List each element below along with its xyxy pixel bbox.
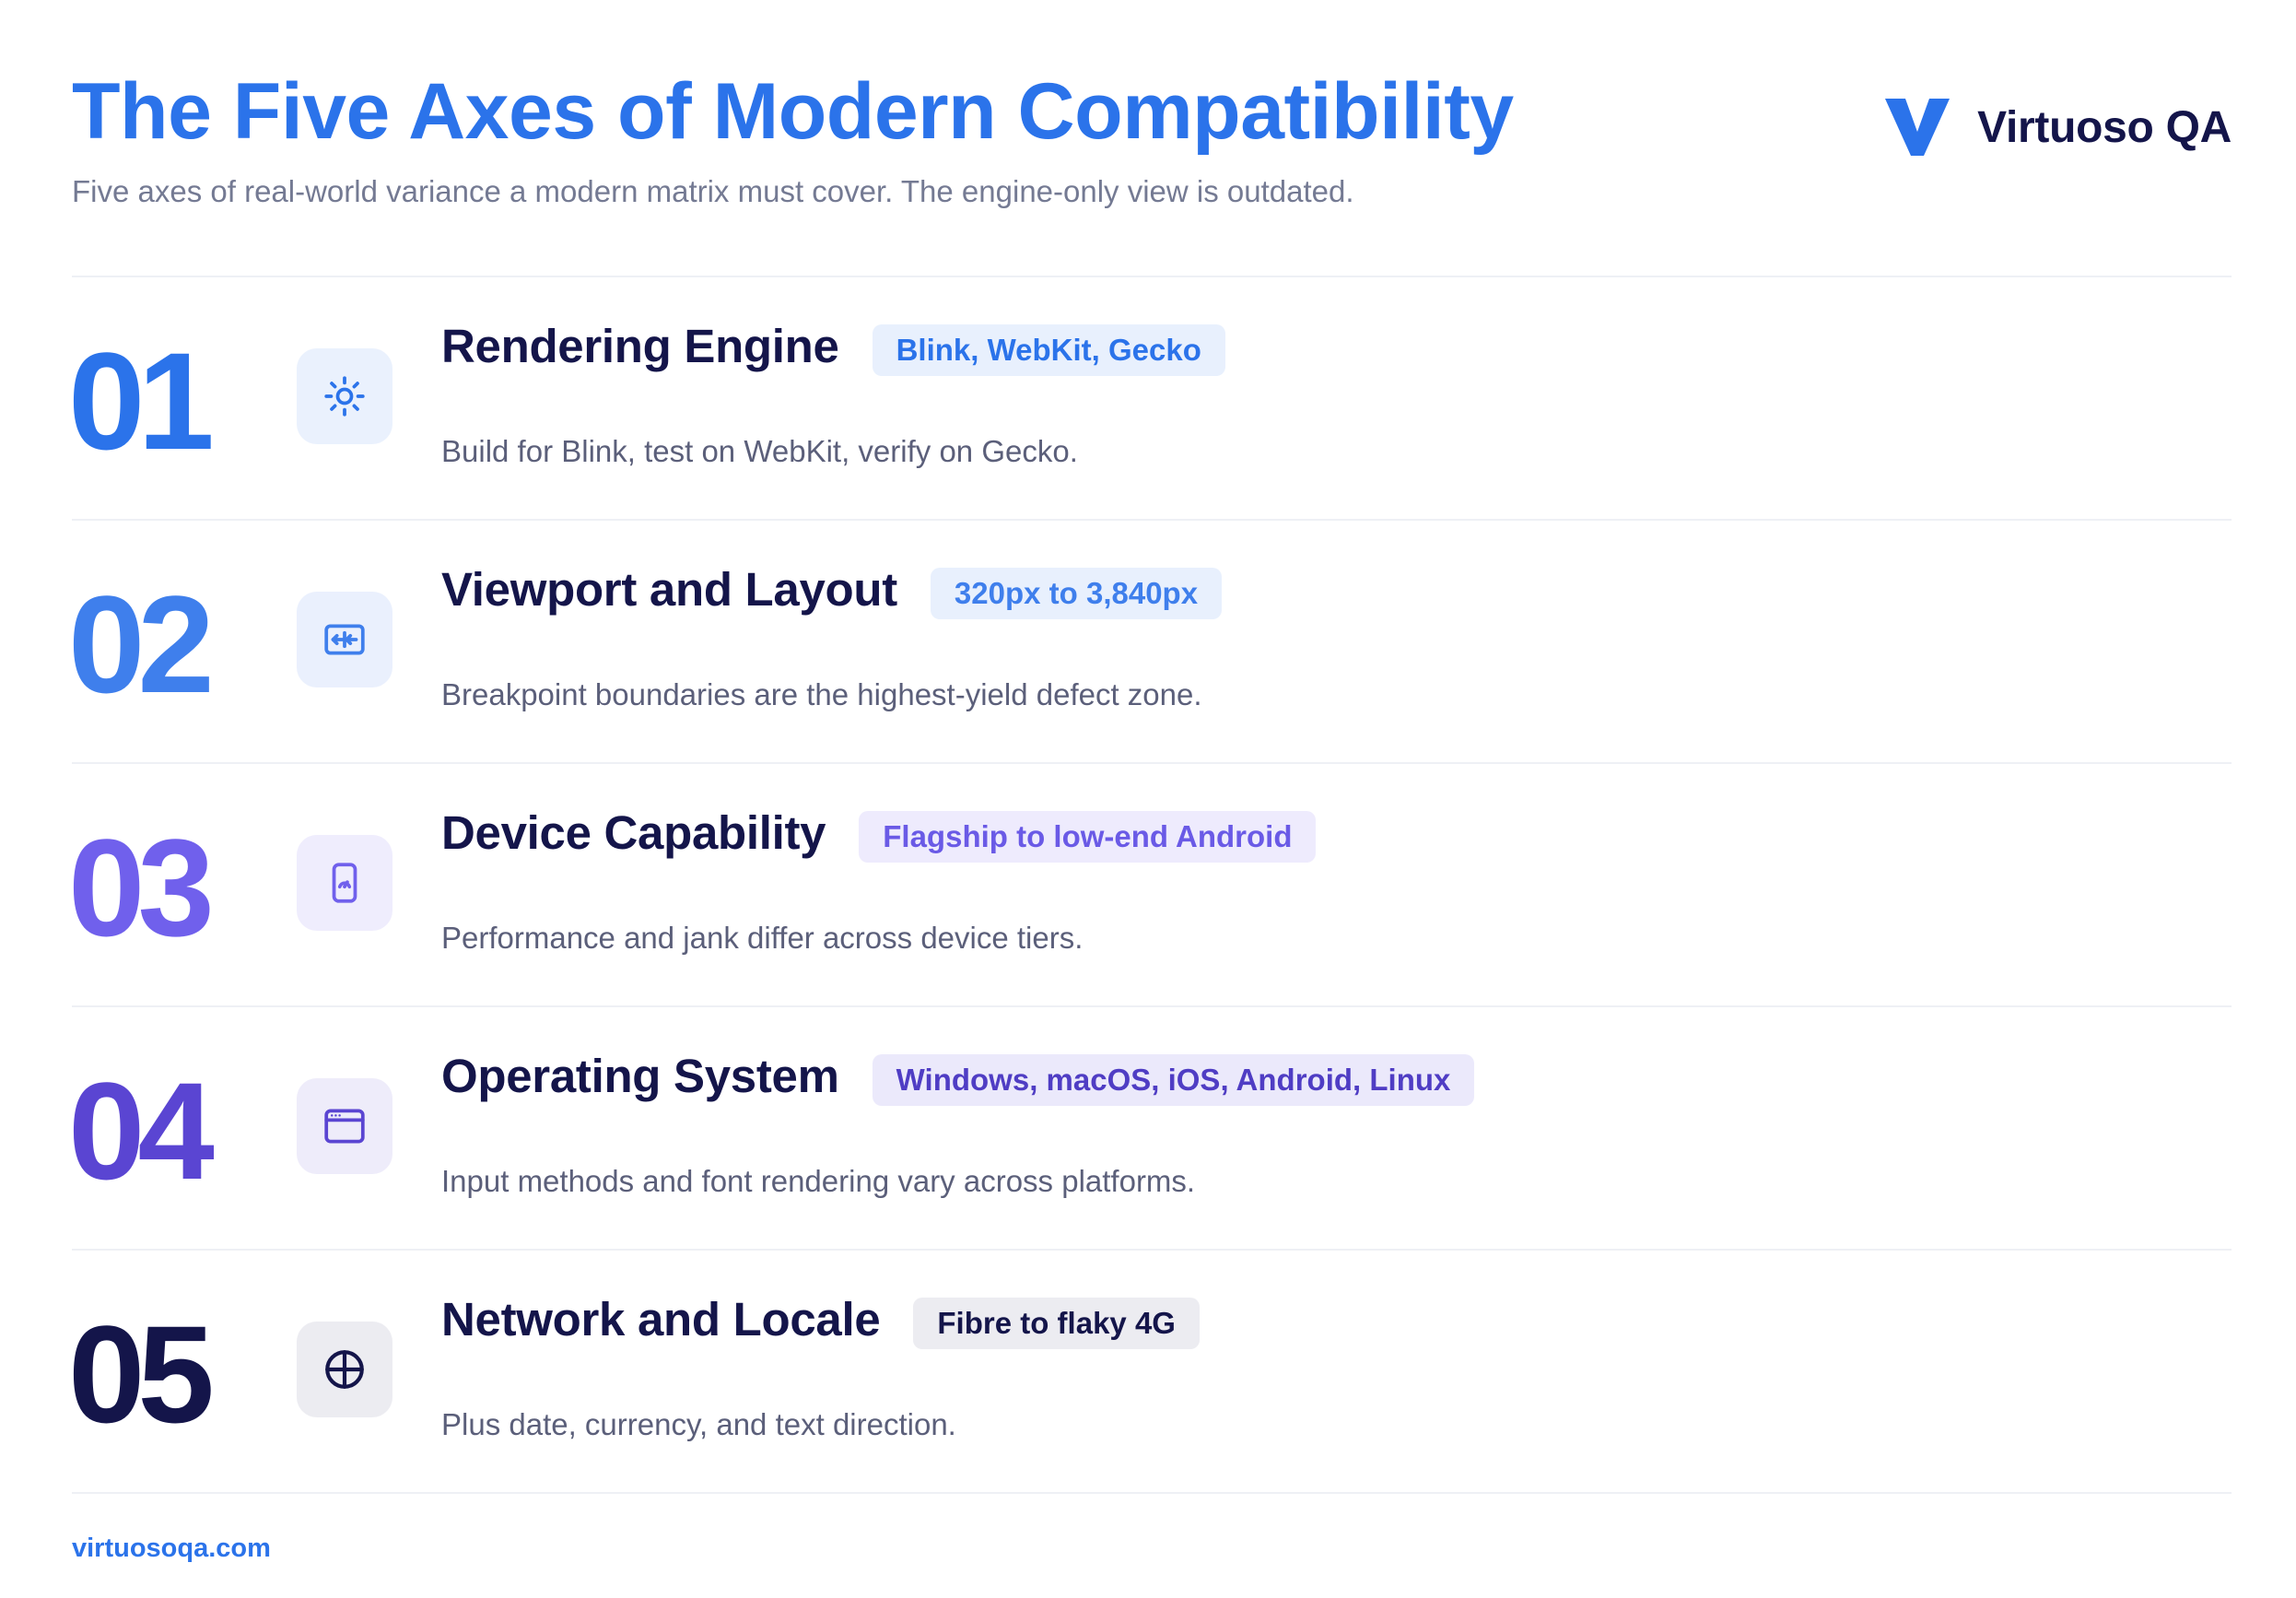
viewport-resize-icon xyxy=(324,624,365,655)
globe-icon xyxy=(325,1350,364,1389)
axis-icon-box xyxy=(297,592,392,687)
sun-icon xyxy=(324,376,365,417)
axis-row-viewport-layout: 02 Viewport and Layout 320px to 3,840px … xyxy=(68,520,2232,762)
axis-tag: Windows, macOS, iOS, Android, Linux xyxy=(872,1054,1475,1106)
axis-title: Network and Locale xyxy=(441,1293,881,1345)
browser-window-icon xyxy=(324,1109,365,1144)
axis-heading: Network and Locale Fibre to flaky 4G xyxy=(441,1292,1200,1349)
axis-title: Device Capability xyxy=(441,806,826,859)
axis-heading: Device Capability Flagship to low-end An… xyxy=(441,805,1317,863)
axis-description: Breakpoint boundaries are the highest-yi… xyxy=(441,677,1202,711)
axis-description: Build for Blink, test on WebKit, verify … xyxy=(441,434,1078,468)
page-title: The Five Axes of Modern Compatibility xyxy=(72,67,1514,156)
axis-row-device-capability: 03 Device Capability Flagship to low-end… xyxy=(68,763,2232,1005)
axes-list: 01 Rendering Engine Blink, WebKit, Gecko xyxy=(68,276,2232,1494)
divider xyxy=(72,1492,2232,1494)
axis-row-rendering-engine: 01 Rendering Engine Blink, WebKit, Gecko xyxy=(68,276,2232,519)
axis-tag: 320px to 3,840px xyxy=(930,568,1223,619)
axis-title: Operating System xyxy=(441,1050,839,1102)
axis-row-operating-system: 04 Operating System Windows, macOS, iOS,… xyxy=(68,1006,2232,1249)
brand: Virtuoso QA xyxy=(1883,81,2232,173)
axis-tag: Fibre to flaky 4G xyxy=(913,1298,1200,1349)
axis-heading: Rendering Engine Blink, WebKit, Gecko xyxy=(441,319,1225,376)
axis-icon-box xyxy=(297,1078,392,1174)
axis-number: 04 xyxy=(68,1053,215,1208)
axis-description: Performance and jank differ across devic… xyxy=(441,921,1084,955)
footer-website-link[interactable]: virtuosoqa.com xyxy=(72,1533,271,1564)
axis-tag: Flagship to low-end Android xyxy=(859,811,1317,863)
axis-description: Input methods and font rendering vary ac… xyxy=(441,1164,1196,1198)
phone-gauge-icon xyxy=(332,863,357,903)
axis-tag: Blink, WebKit, Gecko xyxy=(872,324,1225,376)
axis-icon-box xyxy=(297,835,392,931)
axis-heading: Viewport and Layout 320px to 3,840px xyxy=(441,562,1223,619)
page-subtitle: Five axes of real-world variance a moder… xyxy=(72,174,1354,208)
axis-number: 02 xyxy=(68,567,215,722)
axis-number: 01 xyxy=(68,323,215,478)
axis-number: 05 xyxy=(68,1297,215,1451)
axis-heading: Operating System Windows, macOS, iOS, An… xyxy=(441,1049,1475,1106)
brand-name: Virtuoso QA xyxy=(1977,102,2232,152)
axis-icon-box xyxy=(297,1322,392,1417)
axis-row-network-locale: 05 Network and Locale Fibre to flaky 4G … xyxy=(68,1250,2232,1492)
infographic-page: The Five Axes of Modern Compatibility Fi… xyxy=(68,0,2232,1598)
axis-number: 03 xyxy=(68,810,215,965)
axis-icon-box xyxy=(297,348,392,444)
header: The Five Axes of Modern Compatibility Fi… xyxy=(72,55,2232,221)
axis-title: Rendering Engine xyxy=(441,320,839,372)
v-logo-icon xyxy=(1885,99,1950,156)
axis-description: Plus date, currency, and text direction. xyxy=(441,1407,956,1441)
axis-title: Viewport and Layout xyxy=(441,563,897,616)
